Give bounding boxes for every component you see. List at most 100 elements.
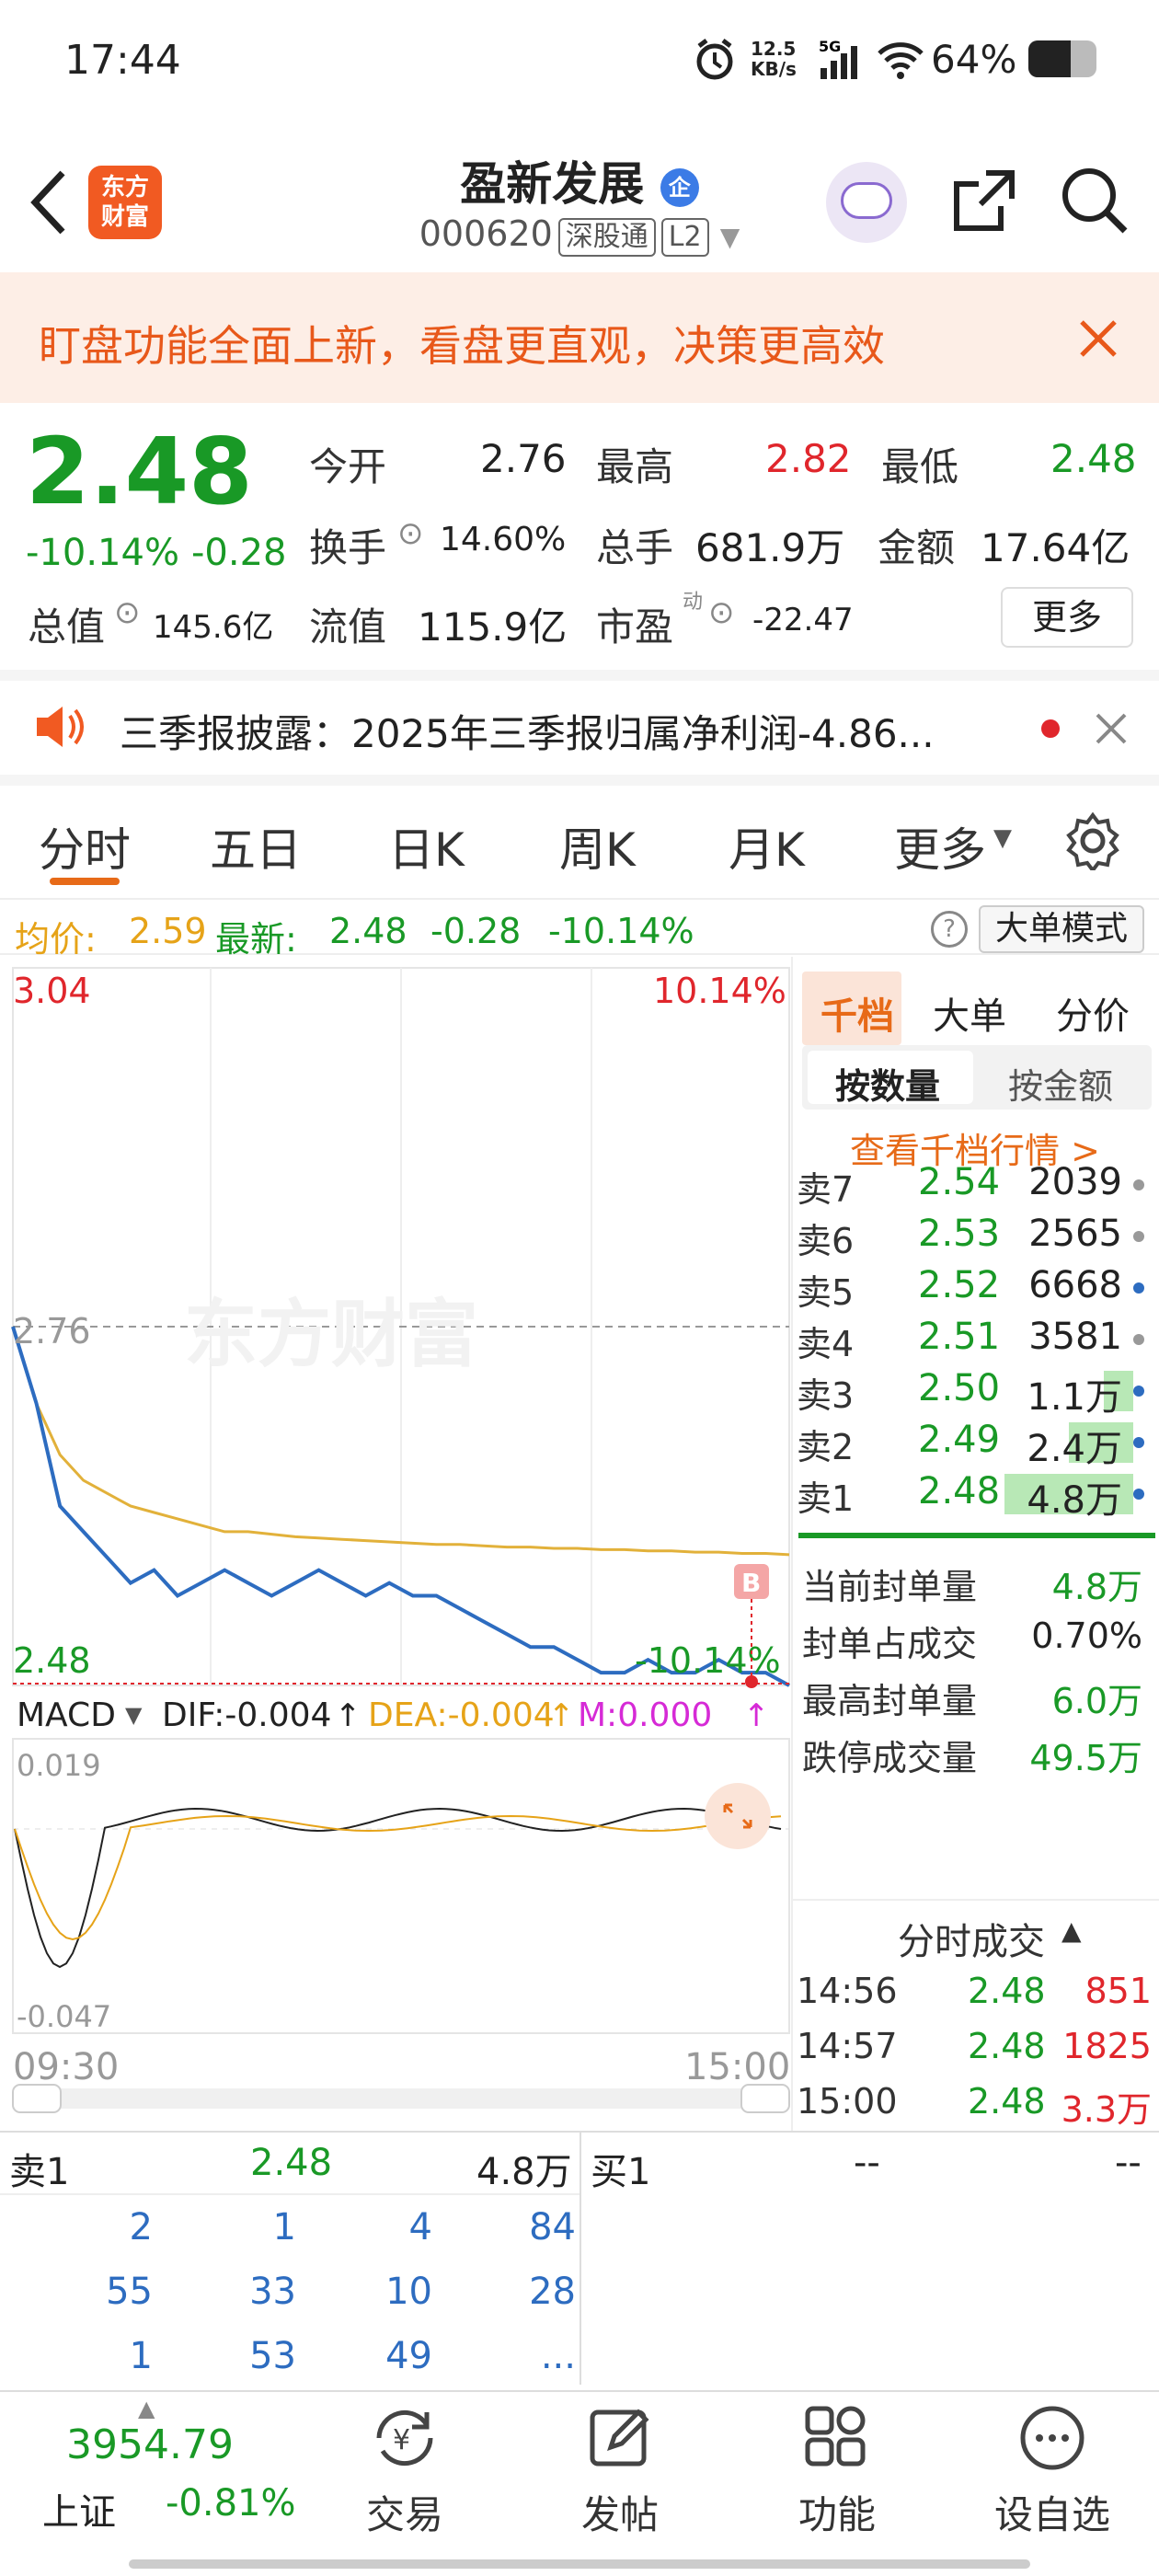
tag-level2: L2 — [660, 218, 709, 257]
high-value: 2.82 — [765, 436, 852, 481]
subtab-by-volume[interactable]: 按数量 — [835, 1058, 940, 1109]
ask-volume: 2.4万 — [1027, 1428, 1122, 1470]
post-icon[interactable] — [585, 2403, 655, 2473]
svg-text:↑: ↑ — [743, 1697, 770, 1734]
chart-watermark: 东方财富 — [184, 1292, 478, 1377]
macd-label[interactable]: MACD — [17, 1696, 116, 1734]
tag-shenzhen-connect: 深股通 — [557, 218, 656, 257]
x-end-label: 15:00 — [684, 2046, 790, 2088]
nav-add-watchlist[interactable]: 设自选 — [970, 2484, 1135, 2540]
index-value[interactable]: 3954.79 — [66, 2421, 234, 2468]
queue-buy-price: -- — [854, 2142, 880, 2184]
assistant-avatar[interactable] — [826, 162, 907, 243]
seal-stat-value: 49.5万 — [1029, 1738, 1142, 1778]
tab-five-day[interactable]: 五日 — [210, 813, 302, 880]
tab-more[interactable]: 更多 — [894, 813, 986, 880]
tick-time: 15:00 — [797, 2081, 898, 2122]
limit-down-divider — [798, 1533, 1155, 1538]
pe-value: -22.47 — [752, 602, 854, 638]
more-button[interactable]: 更多 — [1001, 587, 1133, 648]
amount-value: 17.64亿 — [981, 525, 1130, 570]
tab-daily-k[interactable]: 日K — [388, 813, 465, 880]
tab-intraday[interactable]: 分时 — [39, 813, 131, 880]
y-bottom-pct-label: -10.14% — [635, 1640, 781, 1681]
svg-text:B: B — [741, 1568, 761, 1598]
index-pct: -0.81% — [166, 2482, 296, 2524]
ask-price: 2.54 — [918, 1161, 1001, 1203]
queue-order: 1 — [272, 2206, 296, 2248]
net-speed: 12.5 KB/s — [751, 38, 797, 80]
high-label: 最高 — [596, 444, 674, 489]
ask-label: 卖4 — [797, 1324, 855, 1364]
intraday-chart[interactable]: 东方财富 3.04 10.14% 2.76 2.48 -10.14% B MAC… — [0, 955, 791, 2142]
battery-percent: 64% — [931, 37, 1017, 82]
trade-icon[interactable]: ¥ — [370, 2403, 440, 2473]
subtab-by-amount[interactable]: 按金额 — [1008, 1058, 1113, 1109]
seal-stat-label: 跌停成交量 — [802, 1738, 978, 1778]
time-scrollbar[interactable] — [13, 2088, 789, 2109]
pct-change: -10.14% — [26, 532, 179, 574]
float-label: 流值 — [309, 604, 387, 650]
seal-stat-label: 当前封单量 — [802, 1567, 978, 1607]
last-price: 2.48 — [26, 418, 253, 525]
order-dot — [1133, 1334, 1144, 1345]
share-icon[interactable] — [949, 166, 1019, 236]
pe-dynamic-mark: 动 — [683, 591, 704, 614]
nav-functions[interactable]: 功能 — [754, 2484, 920, 2540]
ask-label: 卖1 — [797, 1478, 855, 1519]
alarm-icon — [696, 39, 733, 80]
wifi-icon — [878, 42, 924, 79]
ask-label: 卖3 — [797, 1375, 855, 1416]
close-news-icon[interactable] — [1095, 712, 1128, 745]
functions-icon[interactable] — [802, 2403, 872, 2473]
settings-icon[interactable] — [1063, 811, 1122, 870]
info-icon[interactable]: ⊙ — [397, 515, 424, 552]
more-dropdown-icon[interactable]: ▼ — [993, 824, 1012, 852]
ask-label: 卖7 — [797, 1169, 855, 1210]
open-label: 今开 — [309, 444, 387, 489]
signal-icon: 5G — [819, 39, 857, 79]
tab-price-distribution[interactable]: 分价 — [1056, 986, 1130, 1040]
tab-depth[interactable]: 千档 — [820, 986, 894, 1040]
battery-icon — [1028, 40, 1096, 77]
tab-monthly-k[interactable]: 月K — [729, 813, 805, 880]
turnover-value: 14.60% — [440, 521, 567, 558]
nav-post[interactable]: 发帖 — [537, 2484, 703, 2540]
seal-stat-label: 封单占成交 — [802, 1624, 978, 1664]
dropdown-icon[interactable]: ▼ — [720, 222, 740, 252]
help-icon[interactable]: ? — [931, 911, 968, 948]
queue-order: 84 — [529, 2206, 576, 2248]
ask-price: 2.51 — [918, 1316, 1001, 1358]
ask-label: 卖5 — [797, 1272, 855, 1313]
close-icon[interactable] — [1078, 318, 1119, 359]
macd-bottom-label: -0.047 — [17, 1999, 111, 2034]
ask-label: 卖2 — [797, 1427, 855, 1467]
latest-change: -0.28 — [430, 911, 522, 951]
ask-volume: 3581 — [1028, 1316, 1122, 1358]
collapse-icon[interactable]: ▲ — [138, 2396, 155, 2421]
latest-value: 2.48 — [329, 911, 407, 951]
sort-up-icon[interactable]: ▲ — [1061, 1915, 1082, 1946]
info-icon[interactable]: ⊙ — [114, 594, 141, 631]
big-order-mode-button[interactable]: 大单模式 — [979, 905, 1144, 953]
scroll-handle-left[interactable] — [12, 2084, 62, 2113]
queue-order: 1 — [129, 2335, 153, 2377]
order-dot — [1133, 1179, 1144, 1190]
ticks-title[interactable]: 分时成交 — [898, 1912, 1045, 1965]
search-icon[interactable] — [1058, 164, 1131, 237]
queue-sell-price: 2.48 — [250, 2142, 333, 2184]
add-watchlist-icon[interactable] — [1017, 2403, 1087, 2473]
nav-trade[interactable]: 交易 — [322, 2484, 488, 2540]
macd-dropdown-icon[interactable]: ▼ — [125, 1702, 143, 1728]
ask-price: 2.53 — [918, 1213, 1001, 1255]
tab-weekly-k[interactable]: 周K — [559, 813, 636, 880]
queue-order: 55 — [106, 2271, 153, 2313]
expand-icon[interactable] — [705, 1783, 771, 1849]
latest-pct: -10.14% — [548, 911, 694, 951]
info-icon[interactable]: ⊙ — [708, 594, 735, 631]
queue-order: 2 — [129, 2206, 153, 2248]
scroll-handle-right[interactable] — [740, 2084, 790, 2113]
tick-volume: 851 — [1084, 1971, 1152, 2011]
ask-price: 2.49 — [918, 1419, 1001, 1461]
tab-big-orders[interactable]: 大单 — [933, 986, 1006, 1040]
